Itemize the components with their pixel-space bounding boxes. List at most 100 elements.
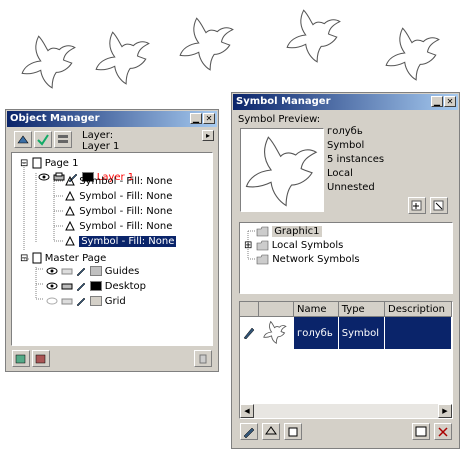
symbol-manager-titlebar[interactable]: Symbol Manager ▁ ✕ [233, 94, 458, 110]
column-header-name[interactable]: Name [293, 302, 339, 317]
object-tree: ⊟ Page 1 Layer 1 Symbol - Fill: None Sym… [11, 152, 213, 346]
minimize-icon[interactable]: ▁ [431, 96, 443, 107]
symbol-name: голубь [327, 126, 363, 137]
thumbnail-cell [258, 316, 294, 349]
symbol-icon [65, 235, 75, 246]
scale-symbol-icon[interactable] [412, 423, 430, 440]
symbol-object-label: Symbol - Fill: None [79, 176, 173, 187]
object-manager-panel: Object Manager ▁ ✕ Layer: Layer 1 ▸ ⊟ Pa… [5, 109, 219, 372]
column-header-icon[interactable] [240, 302, 259, 317]
printer-icon[interactable] [61, 281, 73, 291]
graphic1-label: Graphic1 [272, 226, 322, 237]
symbol-kind: Symbol [327, 140, 365, 151]
symbol-list: Name Type Description голубь Symbol ◀ ▶ [239, 301, 453, 419]
graphic1-row[interactable]: Graphic1 [256, 225, 322, 239]
layer-properties-icon[interactable] [14, 131, 32, 148]
new-layer-icon[interactable] [12, 350, 30, 367]
export-library-icon[interactable] [408, 197, 426, 214]
desktop-label: Desktop [104, 281, 146, 292]
dove-symbol-instance[interactable] [382, 22, 444, 84]
master-page-label: Master Page [44, 253, 107, 264]
column-header-preview[interactable] [258, 302, 294, 317]
grid-label: Grid [104, 296, 126, 307]
scroll-left-icon[interactable]: ◀ [240, 404, 254, 418]
page-icon [32, 157, 42, 169]
edit-across-layers-icon[interactable] [34, 131, 52, 148]
symbol-object-label: Symbol - Fill: None [79, 221, 173, 232]
symbol-table: Name Type Description голубь Symbol [240, 302, 452, 349]
table-row[interactable]: голубь Symbol [240, 316, 452, 349]
network-symbols-label: Network Symbols [272, 254, 360, 265]
guides-label: Guides [104, 266, 140, 277]
symbol-object-row[interactable]: Symbol - Fill: None [64, 220, 172, 234]
new-master-layer-icon[interactable] [32, 350, 50, 367]
edit-cell[interactable] [240, 316, 259, 349]
desktop-layer-row[interactable]: Desktop [46, 280, 146, 294]
symbol-manager-panel: Symbol Manager ▁ ✕ Symbol Preview: голуб… [231, 92, 460, 449]
eye-icon[interactable] [46, 281, 58, 291]
dove-symbol-instance[interactable] [92, 26, 154, 88]
delete-icon[interactable] [194, 350, 212, 367]
layer-manager-view-icon[interactable] [54, 131, 72, 148]
symbol-object-row-selected[interactable]: Symbol - Fill: None [64, 235, 177, 249]
horizontal-scrollbar[interactable]: ◀ ▶ [240, 404, 452, 418]
symbol-icon [65, 175, 75, 186]
dove-symbol-instance[interactable] [283, 4, 345, 66]
pencil-icon[interactable] [76, 266, 86, 276]
symbol-icon [65, 205, 75, 216]
symbol-nesting: Unnested [327, 182, 375, 193]
symbol-description-cell [384, 316, 452, 349]
layer-color-swatch [89, 281, 102, 291]
page-1-label: Page 1 [44, 158, 79, 169]
folder-icon [256, 254, 269, 264]
symbol-icon [65, 220, 75, 231]
symbol-manager-title: Symbol Manager [236, 96, 331, 107]
pencil-icon[interactable] [76, 296, 86, 306]
import-library-icon[interactable] [430, 197, 448, 214]
printer-icon[interactable] [61, 296, 73, 306]
edit-symbol-icon[interactable] [240, 423, 258, 440]
revert-to-objects-icon[interactable] [284, 423, 302, 440]
symbol-object-row[interactable]: Symbol - Fill: None [64, 175, 172, 189]
flyout-arrow-icon[interactable]: ▸ [202, 130, 214, 141]
pencil-icon[interactable] [76, 281, 86, 291]
column-header-type[interactable]: Type [338, 302, 386, 317]
scroll-right-icon[interactable]: ▶ [438, 404, 452, 418]
insert-symbol-icon[interactable] [262, 423, 280, 440]
eye-icon[interactable] [38, 172, 50, 182]
symbol-preview-label: Symbol Preview: [238, 114, 321, 125]
symbol-preview-box [240, 128, 324, 212]
guides-layer-row[interactable]: Guides [46, 265, 139, 279]
symbol-type-cell: Symbol [338, 316, 386, 349]
symbol-name-cell: голубь [293, 316, 339, 349]
folder-icon [256, 240, 268, 250]
printer-icon[interactable] [61, 266, 73, 276]
symbol-object-row[interactable]: Symbol - Fill: None [64, 205, 172, 219]
close-icon[interactable]: ✕ [444, 96, 456, 107]
dove-preview-icon [245, 136, 318, 207]
dove-symbol-instance[interactable] [18, 30, 80, 92]
object-manager-titlebar[interactable]: Object Manager ▁ ✕ [7, 111, 217, 127]
purge-unused-icon[interactable] [434, 423, 452, 440]
symbol-object-label: Symbol - Fill: None [79, 236, 177, 247]
dove-thumbnail-icon [263, 320, 287, 344]
close-icon[interactable]: ✕ [203, 113, 215, 124]
master-page-row[interactable]: ⊟ Master Page [20, 252, 106, 266]
folder-icon [256, 226, 269, 236]
local-symbols-label: Local Symbols [271, 240, 344, 251]
pencil-icon [243, 327, 255, 339]
local-symbols-row[interactable]: ⊞ Local Symbols [244, 239, 343, 253]
page-1-row[interactable]: ⊟ Page 1 [20, 157, 79, 171]
column-header-description[interactable]: Description [384, 302, 452, 317]
layer-color-swatch [89, 266, 102, 276]
grid-layer-row[interactable]: Grid [46, 295, 126, 309]
network-symbols-row[interactable]: Network Symbols [256, 253, 360, 267]
minimize-icon[interactable]: ▁ [190, 113, 202, 124]
symbol-object-label: Symbol - Fill: None [79, 191, 173, 202]
symbol-object-row[interactable]: Symbol - Fill: None [64, 190, 172, 204]
eye-icon[interactable] [46, 296, 58, 306]
symbol-object-label: Symbol - Fill: None [79, 206, 173, 217]
eye-icon[interactable] [46, 266, 58, 276]
layer-color-swatch [89, 296, 102, 306]
dove-symbol-instance[interactable] [176, 12, 238, 74]
